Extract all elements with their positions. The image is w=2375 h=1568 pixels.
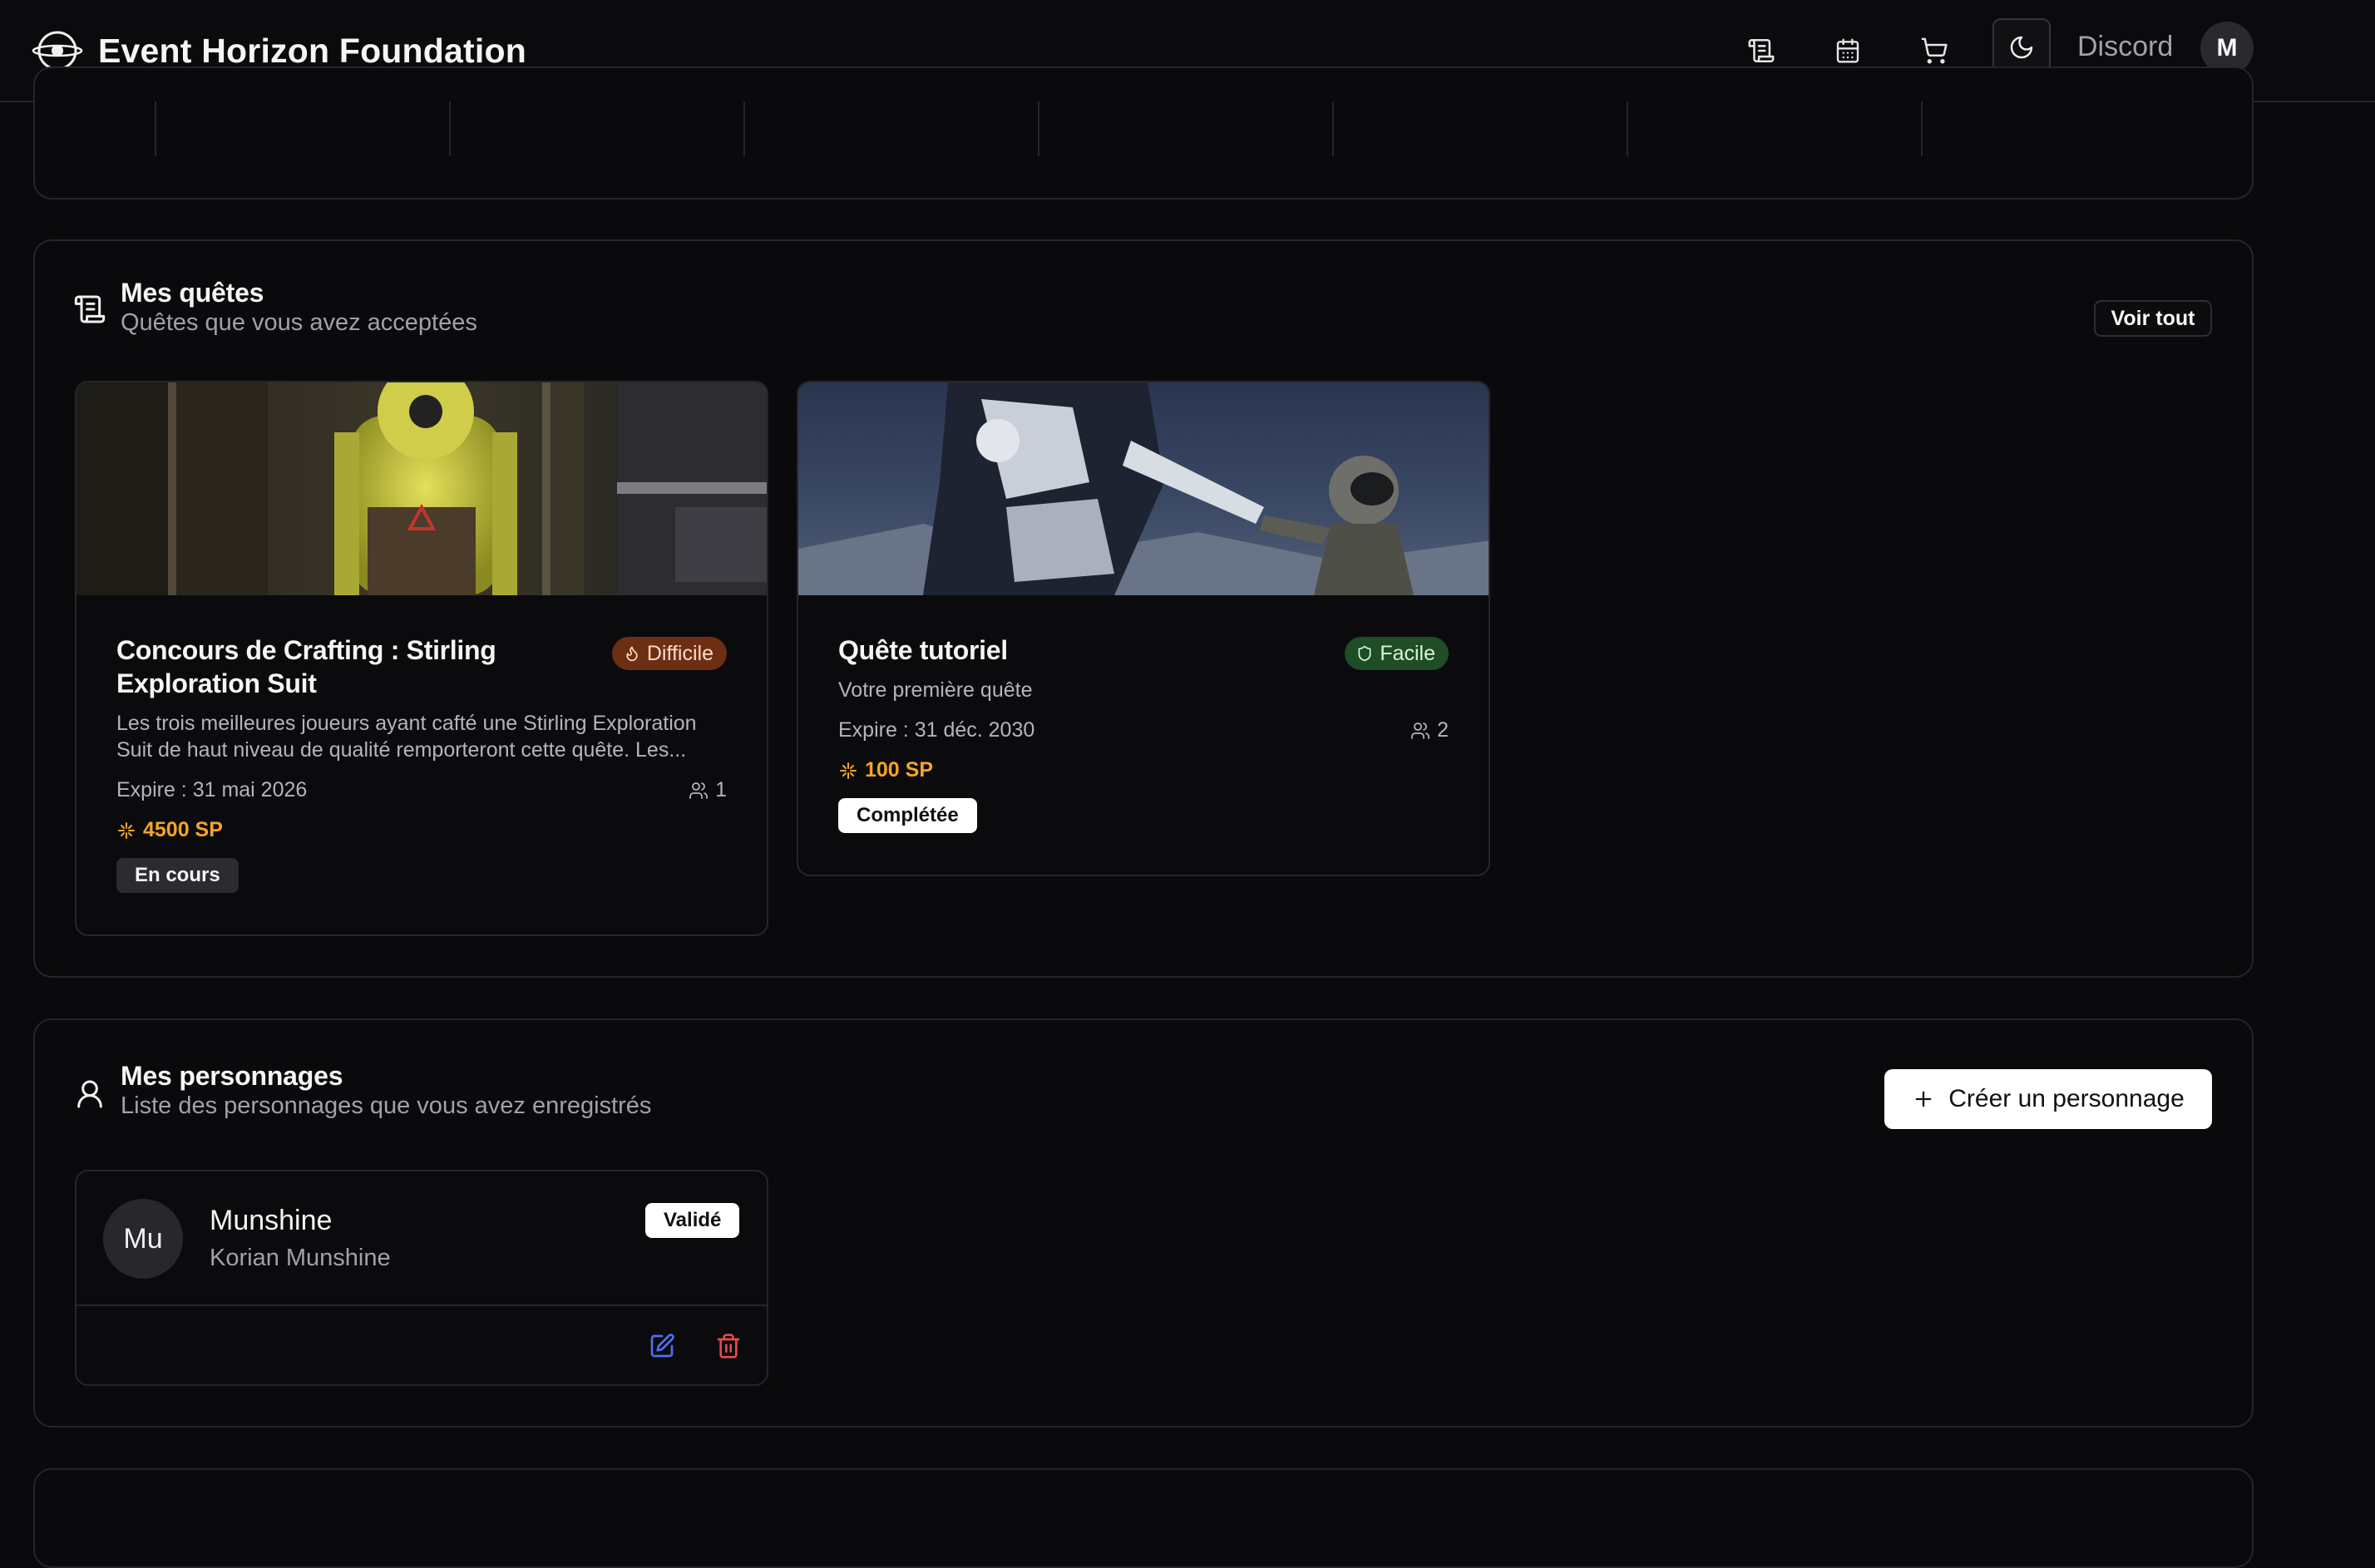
participants-value: 2 xyxy=(1437,718,1449,742)
character-card[interactable]: Mu Munshine Korian Munshine Validé xyxy=(75,1170,768,1386)
trash-icon[interactable] xyxy=(713,1331,743,1361)
scroll-icon xyxy=(73,293,106,326)
flame-icon xyxy=(624,645,640,662)
difficulty-badge: Facile xyxy=(1345,637,1449,670)
quest-status-badge: Complétée xyxy=(838,798,977,833)
discord-link[interactable]: Discord xyxy=(2077,31,2173,63)
column-divider xyxy=(1921,101,1923,156)
character-name: Munshine xyxy=(210,1205,333,1236)
quest-image xyxy=(798,382,1489,595)
quest-expiry: Expire : 31 mai 2026 xyxy=(116,778,308,801)
moon-icon xyxy=(2008,34,2035,61)
quest-image xyxy=(77,382,767,595)
characters-title: Mes personnages xyxy=(121,1061,343,1091)
column-divider xyxy=(1332,101,1334,156)
quest-card[interactable]: Concours de Crafting : Stirling Explorat… xyxy=(75,381,768,936)
users-icon xyxy=(1410,721,1430,741)
quest-description: Les trois meilleures joueurs ayant cafté… xyxy=(116,712,697,762)
create-character-button[interactable]: Créer un personnage xyxy=(1884,1069,2212,1129)
shield-icon xyxy=(1356,645,1373,662)
difficulty-label: Difficile xyxy=(646,641,713,665)
quest-reward: 4500 SP xyxy=(116,818,223,842)
next-section-panel xyxy=(33,1468,2254,1568)
quests-title: Mes quêtes xyxy=(121,278,264,308)
view-all-button[interactable]: Voir tout xyxy=(2094,300,2212,337)
character-avatar: Mu xyxy=(103,1199,183,1279)
calendar-strip-panel xyxy=(33,67,2254,200)
quests-subtitle: Quêtes que vous avez acceptées xyxy=(121,309,477,336)
column-divider xyxy=(1627,101,1628,156)
difficulty-label: Facile xyxy=(1380,641,1435,665)
column-divider xyxy=(1038,101,1039,156)
user-icon xyxy=(73,1077,106,1111)
characters-subtitle: Liste des personnages que vous avez enre… xyxy=(121,1092,652,1119)
quest-title: Concours de Crafting : Stirling Explorat… xyxy=(116,635,496,698)
sparkle-icon xyxy=(838,761,858,781)
participants-count: 1 xyxy=(689,778,727,802)
quest-status-badge: En cours xyxy=(116,858,239,893)
quest-description: Votre première quête xyxy=(838,678,1033,702)
participants-count: 2 xyxy=(1410,718,1449,742)
edit-icon[interactable] xyxy=(647,1331,677,1361)
column-divider xyxy=(155,101,156,156)
app-name: Event Horizon Foundation xyxy=(98,31,526,70)
character-status-badge: Validé xyxy=(645,1203,740,1238)
create-character-label: Créer un personnage xyxy=(1948,1085,2185,1112)
plus-icon xyxy=(1912,1087,1935,1111)
quest-expiry: Expire : 31 déc. 2030 xyxy=(838,718,1035,742)
quest-card[interactable]: Quête tutoriel Facile Votre première quê… xyxy=(797,381,1490,876)
character-full-name: Korian Munshine xyxy=(210,1245,391,1271)
users-icon xyxy=(689,781,709,801)
quest-reward: 100 SP xyxy=(838,758,933,782)
participants-value: 1 xyxy=(715,778,727,801)
reward-value: 100 SP xyxy=(865,758,934,782)
column-divider xyxy=(743,101,745,156)
divider xyxy=(77,1304,767,1306)
sparkle-icon xyxy=(116,821,136,841)
quest-title: Quête tutoriel xyxy=(838,635,1008,665)
column-divider xyxy=(449,101,451,156)
difficulty-badge: Difficile xyxy=(611,637,727,670)
reward-value: 4500 SP xyxy=(143,818,223,841)
